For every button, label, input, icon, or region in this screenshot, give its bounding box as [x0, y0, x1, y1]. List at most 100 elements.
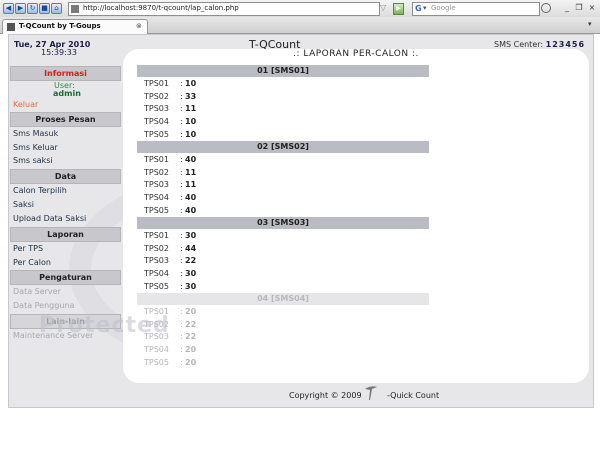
- tps-label: TPS05: [144, 281, 169, 291]
- sidebar-item-sms-saksi[interactable]: Sms saksi: [13, 156, 53, 165]
- footer-copyright: Copyright © 2009: [289, 391, 362, 400]
- tps-label: TPS04: [144, 345, 169, 355]
- browser-toolbar: ◀ ▶ ↻ ■ ⌂ http://localhost:9870/t-qcount…: [0, 0, 600, 18]
- group-header: 01 [SMS01]: [137, 65, 429, 77]
- group-header: 03 [SMS03]: [137, 217, 429, 229]
- reload-icon[interactable]: ↻: [27, 3, 38, 14]
- separator: :: [180, 104, 183, 114]
- separator: :: [180, 345, 183, 355]
- address-bar[interactable]: http://localhost:9870/t-qcount/lap_calon…: [68, 2, 380, 16]
- tps-label: TPS01: [144, 79, 169, 88]
- vote-count: 11: [185, 180, 197, 190]
- bookmark-star-icon[interactable]: ▽: [380, 3, 386, 12]
- tab-title: T-QCount by T-Goups: [19, 22, 101, 30]
- group-header: 04 [SMS04]: [137, 293, 429, 305]
- tps-label: TPS01: [144, 231, 169, 240]
- tps-label: TPS03: [144, 104, 169, 114]
- sms-center-label: SMS Center:: [494, 40, 544, 49]
- brand-logo-icon: [365, 386, 377, 400]
- candidate-group-02: 02 [SMS02] TPS01:40 TPS02:11 TPS03:11 TP…: [137, 141, 429, 216]
- vote-count: 11: [185, 167, 197, 177]
- separator: :: [180, 193, 183, 203]
- user-value: admin: [53, 89, 81, 98]
- sms-center: SMS Center: 123456: [494, 40, 585, 49]
- vote-count: 22: [185, 256, 197, 266]
- vote-count: 22: [185, 332, 197, 342]
- sidebar-item-per-tps[interactable]: Per TPS: [13, 244, 43, 253]
- url-text: http://localhost:9870/t-qcount/lap_calon…: [83, 4, 239, 12]
- table-row: TPS01:40: [137, 153, 429, 166]
- search-engine-dropdown-icon[interactable]: ▾: [423, 4, 427, 12]
- logout-link[interactable]: Keluar: [13, 100, 38, 109]
- sidebar-item-data-server[interactable]: Data Server: [13, 287, 61, 296]
- sidebar-head-data: Data: [10, 169, 121, 184]
- sidebar-head-laporan: Laporan: [10, 227, 121, 242]
- table-row: TPS05:30: [137, 280, 429, 293]
- separator: :: [180, 117, 183, 127]
- close-tab-icon[interactable]: ⊗: [136, 22, 142, 30]
- sidebar-item-calon-terpilih[interactable]: Calon Terpilih: [13, 186, 67, 195]
- close-window-icon[interactable]: ×: [587, 3, 597, 12]
- sidebar-item-upload-data-saksi[interactable]: Upload Data Saksi: [13, 214, 86, 223]
- table-row: TPS02:22: [137, 318, 429, 331]
- table-row: TPS05:10: [137, 128, 429, 141]
- stop-icon[interactable]: ■: [39, 3, 50, 14]
- tab-list-icon[interactable]: ▾: [588, 20, 592, 28]
- tps-label: TPS03: [144, 180, 169, 190]
- separator: :: [180, 269, 183, 279]
- watermark-text: Protected: [39, 313, 170, 338]
- tps-label: TPS04: [144, 193, 169, 203]
- forward-icon[interactable]: ▶: [15, 3, 26, 14]
- go-button[interactable]: ▶: [393, 3, 404, 15]
- sms-center-value: 123456: [545, 40, 586, 49]
- vote-count: 40: [185, 155, 197, 164]
- vote-count: 40: [185, 205, 197, 215]
- tps-label: TPS02: [144, 167, 169, 177]
- table-row: TPS05:20: [137, 356, 429, 369]
- restore-icon[interactable]: ❐: [574, 3, 584, 12]
- separator: :: [180, 357, 183, 367]
- separator: :: [180, 319, 183, 329]
- sidebar-item-data-pengguna[interactable]: Data Pengguna: [13, 301, 74, 310]
- separator: :: [180, 231, 183, 240]
- sidebar-head-pengaturan: Pengaturan: [10, 270, 121, 285]
- current-time: 15:39:33: [41, 48, 77, 57]
- minimize-icon[interactable]: _: [562, 3, 572, 12]
- separator: :: [180, 332, 183, 342]
- table-row: TPS03:22: [137, 330, 429, 343]
- table-row: TPS03:11: [137, 178, 429, 191]
- sidebar-item-per-calon[interactable]: Per Calon: [13, 258, 51, 267]
- table-row: TPS05:40: [137, 204, 429, 217]
- report-panel: .: LAPORAN PER-CALON :. 01 [SMS01] TPS01…: [123, 49, 589, 383]
- tps-label: TPS05: [144, 205, 169, 215]
- separator: :: [180, 180, 183, 190]
- table-row: TPS04:10: [137, 115, 429, 128]
- table-row: TPS04:30: [137, 267, 429, 280]
- tps-label: TPS04: [144, 269, 169, 279]
- page-content: Tue, 27 Apr 2010 15:39:33 T-QCount SMS C…: [8, 34, 594, 408]
- vote-count: 30: [185, 281, 197, 291]
- sidebar-item-saksi[interactable]: Saksi: [13, 200, 34, 209]
- google-icon: G: [415, 4, 422, 13]
- separator: :: [180, 167, 183, 177]
- separator: :: [180, 91, 183, 101]
- home-icon[interactable]: ⌂: [51, 3, 62, 14]
- table-row: TPS02:33: [137, 90, 429, 103]
- vote-count: 30: [185, 269, 197, 279]
- search-icon[interactable]: [541, 3, 551, 13]
- sidebar-item-sms-keluar[interactable]: Sms Keluar: [13, 143, 58, 152]
- tab-tqcount[interactable]: T-QCount by T-Goups ⊗: [2, 19, 148, 34]
- tps-label: TPS02: [144, 243, 169, 253]
- tps-label: TPS01: [144, 155, 169, 164]
- footer-brand: -Quick Count: [387, 391, 440, 400]
- back-icon[interactable]: ◀: [3, 3, 14, 14]
- table-row: TPS01:30: [137, 229, 429, 242]
- table-row: TPS04:20: [137, 343, 429, 356]
- search-input[interactable]: G ▾ Google: [412, 2, 540, 16]
- tps-label: TPS05: [144, 129, 169, 139]
- vote-count: 22: [185, 319, 197, 329]
- separator: :: [180, 129, 183, 139]
- sidebar-item-sms-masuk[interactable]: Sms Masuk: [13, 129, 58, 138]
- separator: :: [180, 307, 183, 316]
- tps-label: TPS02: [144, 91, 169, 101]
